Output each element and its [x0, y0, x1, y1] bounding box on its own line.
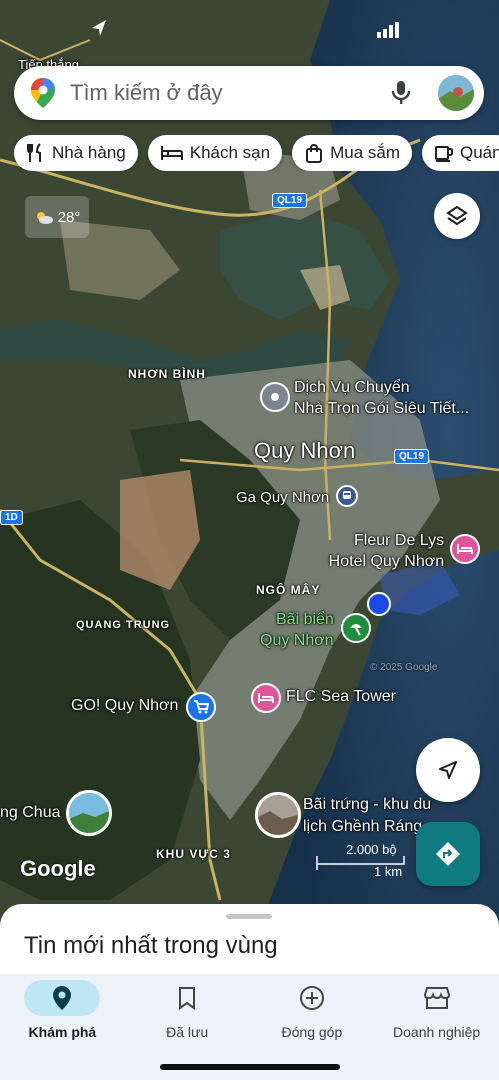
map-label-khu-vuc-3: KHU VỰC 3: [156, 847, 231, 861]
nav-icon-container: [149, 980, 225, 1016]
poi-chua[interactable]: ng Chua: [0, 804, 61, 822]
storefront-icon: [423, 987, 450, 1009]
poi-label: Bãi trứng - khu du: [303, 796, 432, 813]
fork-knife-icon: [27, 143, 41, 162]
shopping-bag-icon: [306, 143, 323, 163]
poi-moving-service[interactable]: Dịch Vụ Chuyển Nhà Trọn Gói Siêu Tiết...: [294, 377, 469, 419]
partly-cloudy-icon: [36, 212, 53, 224]
poi-label: Dịch Vụ Chuyển: [294, 379, 410, 396]
poi-pin[interactable]: [260, 382, 290, 412]
layers-icon: [446, 205, 468, 226]
nav-explore[interactable]: Khám phá: [0, 974, 125, 1080]
my-location-button[interactable]: [416, 738, 480, 802]
photo-thumbnail-icon: [258, 795, 298, 835]
hotel-pin[interactable]: [251, 683, 281, 713]
road-shield-ql19: QL19: [394, 449, 430, 464]
nav-label: Doanh nghiệp: [393, 1024, 481, 1040]
chip-cafes[interactable]: Quán: [422, 135, 499, 171]
poi-label: Hotel Quy Nhơn: [328, 553, 445, 570]
drag-handle[interactable]: [226, 914, 272, 919]
chip-shopping[interactable]: Mua sắm: [292, 135, 412, 171]
shopping-pin[interactable]: [186, 692, 216, 722]
poi-beach[interactable]: Bãi biển Quy Nhơn: [260, 609, 334, 651]
location-pin-icon: [53, 986, 72, 1010]
layers-button[interactable]: [434, 193, 480, 239]
poi-flc-sea-tower[interactable]: FLC Sea Tower: [286, 688, 396, 706]
nav-icon-container: [399, 980, 475, 1016]
map-scale: 2.000 bộ 1 km: [316, 842, 408, 882]
weather-widget[interactable]: 28°: [25, 196, 89, 238]
home-indicator: [160, 1064, 340, 1070]
city-label: Quy Nhơn: [254, 438, 356, 463]
map-label-quang-trung: QUANG TRUNG: [76, 619, 171, 631]
search-bar[interactable]: Tìm kiếm ở đây: [14, 66, 484, 120]
status-bar: [0, 14, 499, 44]
directions-icon: [436, 842, 460, 866]
current-location-dot[interactable]: [367, 592, 391, 616]
location-arrow-icon: [92, 20, 106, 36]
avatar-image-icon: [438, 75, 474, 111]
road-shield-ql19: QL19: [272, 193, 308, 208]
umbrella-icon: [350, 624, 362, 636]
photo-pin[interactable]: [66, 790, 112, 836]
bed-icon: [457, 544, 473, 554]
beach-pin[interactable]: [341, 613, 371, 643]
chip-label: Nhà hàng: [52, 143, 126, 162]
sheet-title: Tin mới nhất trong vùng: [24, 932, 278, 959]
poi-hotel-fleur[interactable]: Fleur De Lys Hotel Quy Nhơn: [329, 530, 445, 572]
shopping-cart-icon: [194, 700, 209, 714]
weather-temperature: 28°: [57, 208, 81, 226]
station-label[interactable]: Ga Quy Nhơn: [236, 489, 329, 506]
poi-bai-trung[interactable]: Bãi trứng - khu du lịch Ghềnh Ráng: [303, 794, 431, 838]
category-chips: Nhà hàng Khách sạn Mua sắm Quán: [14, 135, 499, 171]
google-logo: Google: [20, 856, 96, 881]
map-label-ngo-may: NGÔ MÂY: [256, 583, 321, 597]
chip-hotels[interactable]: Khách sạn: [147, 135, 283, 171]
coffee-cup-icon: [435, 146, 453, 162]
nav-label: Đóng góp: [281, 1024, 343, 1040]
poi-label: Fleur De Lys: [354, 532, 445, 549]
copyright: © 2025 Google: [370, 662, 438, 673]
chip-label: Quán: [460, 143, 499, 162]
bed-icon: [258, 693, 274, 703]
microphone-icon[interactable]: [390, 79, 412, 107]
location-pin-icon: [271, 393, 279, 401]
nav-label: Đã lưu: [166, 1024, 209, 1040]
search-input[interactable]: Tìm kiếm ở đây: [70, 80, 390, 106]
chip-label: Khách sạn: [189, 143, 271, 162]
chip-label: Mua sắm: [330, 143, 400, 162]
poi-go-quy-nhon[interactable]: GO! Quy Nhơn: [71, 697, 178, 715]
google-maps-logo-icon: [31, 78, 55, 108]
road-shield-1d: 1D: [0, 510, 23, 525]
poi-label: Quy Nhơn: [260, 632, 334, 649]
navigation-arrow-icon: [439, 761, 457, 779]
train-station-pin[interactable]: [336, 485, 358, 507]
map-label-nhon-binh: NHƠN BÌNH: [128, 367, 206, 381]
nav-icon-container: [274, 980, 350, 1016]
photo-thumbnail-icon: [69, 793, 109, 833]
add-circle-icon: [299, 986, 324, 1010]
bookmark-icon: [179, 987, 196, 1010]
chip-restaurants[interactable]: Nhà hàng: [14, 135, 138, 171]
scale-feet: 2.000 bộ: [346, 842, 397, 857]
directions-button[interactable]: [416, 822, 480, 886]
hotel-pin[interactable]: [450, 534, 480, 564]
nav-label: Khám phá: [28, 1024, 97, 1040]
scale-km: 1 km: [374, 864, 403, 879]
poi-label: lịch Ghềnh Ráng: [303, 818, 423, 835]
poi-label: Bãi biển: [276, 611, 334, 628]
bed-icon: [160, 146, 183, 160]
nav-icon-container: [24, 980, 101, 1016]
train-icon: [343, 491, 351, 499]
nav-business[interactable]: Doanh nghiệp: [374, 974, 499, 1080]
poi-label: Nhà Trọn Gói Siêu Tiết...: [294, 400, 470, 417]
photo-pin[interactable]: [255, 792, 301, 838]
avatar[interactable]: [438, 75, 474, 111]
signal-icon: [377, 22, 399, 38]
